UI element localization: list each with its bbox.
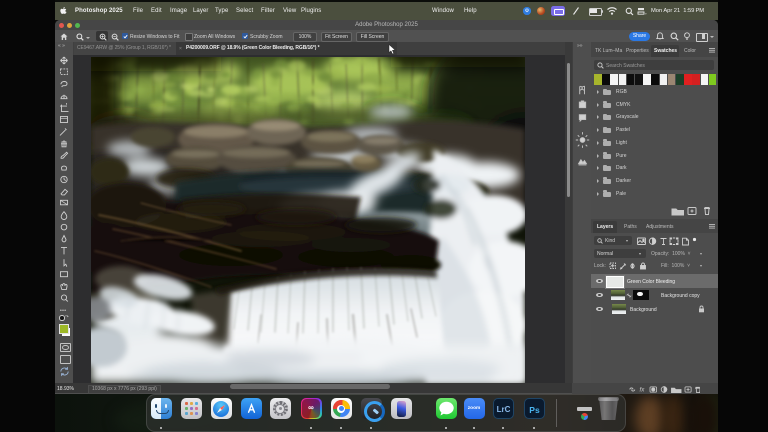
svg-text:fx: fx bbox=[640, 386, 646, 392]
